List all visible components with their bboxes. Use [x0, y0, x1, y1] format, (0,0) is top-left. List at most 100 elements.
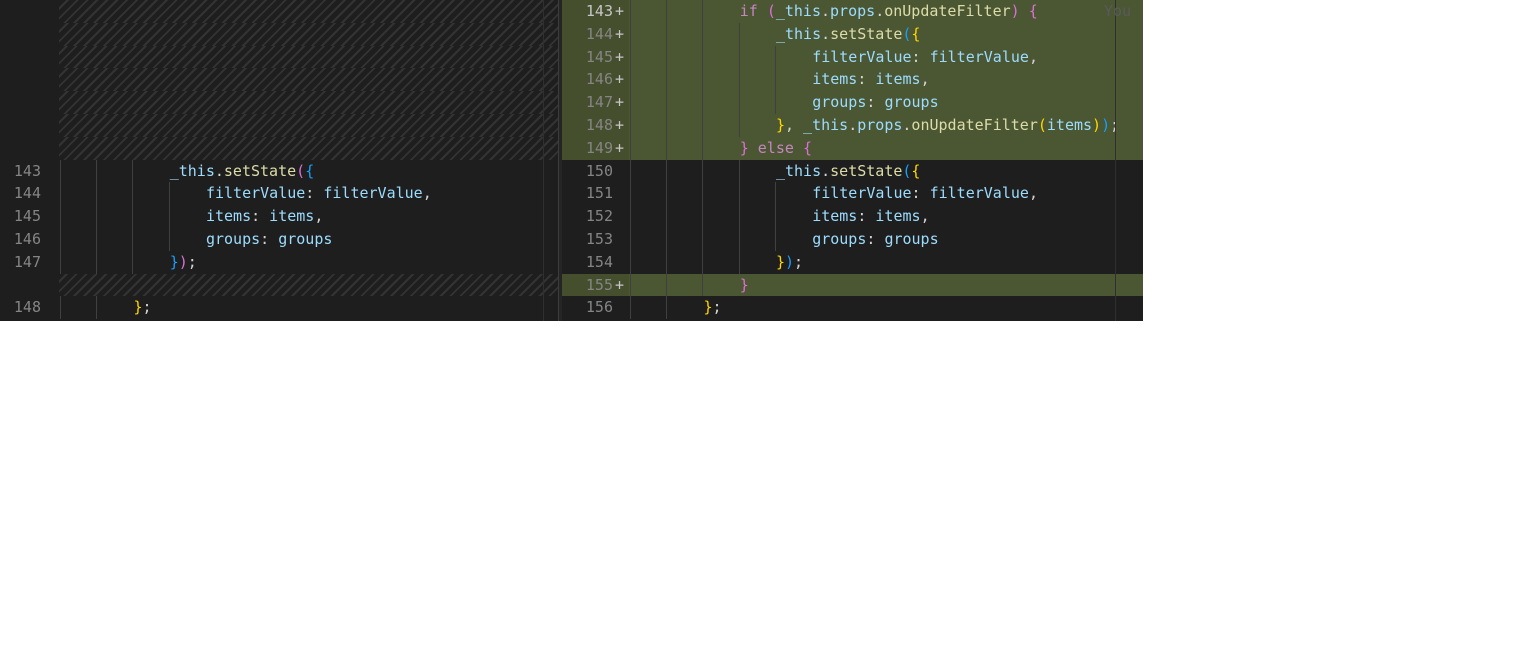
code-token: ): [1010, 2, 1020, 20]
vertical-scrollbar[interactable]: [543, 0, 544, 321]
indent-guide: [60, 228, 61, 251]
code-line[interactable]: 151 filterValue: filterValue,: [562, 182, 1143, 206]
vertical-scrollbar[interactable]: [1115, 0, 1116, 321]
code-token: _this: [803, 116, 849, 134]
added-code-line[interactable]: 155 +}: [562, 273, 1143, 297]
indent-guide: [738, 228, 740, 251]
code-token: (: [1037, 116, 1047, 134]
code-text: if (_this.props.onUpdateFilter) {: [740, 0, 1038, 23]
indent-guide: [132, 159, 134, 183]
code-token: groups: [884, 230, 939, 248]
added-line-marker: +: [614, 116, 624, 134]
indent-guide: [666, 228, 668, 251]
code-line[interactable]: 153 groups: groups: [562, 228, 1143, 251]
indent-guide: [630, 45, 631, 69]
added-code-line[interactable]: 149 +} else {: [562, 136, 1143, 160]
code-text: };: [133, 296, 151, 319]
code-line[interactable]: 146 groups: groups: [0, 228, 558, 251]
code-line[interactable]: 147});: [0, 250, 558, 274]
added-code-line[interactable]: 145 + filterValue: filterValue,: [562, 45, 1143, 69]
code-line[interactable]: 148};: [0, 296, 558, 320]
line-gutter: [0, 0, 59, 23]
indent-guide: [630, 159, 631, 183]
indent-guide: [132, 205, 134, 228]
code-line[interactable]: 145 items: items,: [0, 205, 558, 228]
code-token: :: [911, 47, 930, 66]
code-token: items: [205, 207, 252, 226]
diff-editor[interactable]: 143 _this.setState({144 filterValue: filte…: [0, 0, 1143, 321]
code-token: setState: [223, 161, 297, 180]
indent-guide: [702, 136, 704, 160]
indent-guide: [738, 182, 740, 206]
code-token: ;: [187, 252, 197, 271]
indent-guide: [60, 250, 61, 274]
code-token: items: [875, 70, 921, 89]
indent-guide: [96, 228, 98, 251]
code-token: .: [821, 2, 831, 20]
code-token: ,: [1028, 184, 1038, 203]
indent-guide: [666, 205, 668, 228]
added-line-marker: +: [614, 93, 624, 112]
code-line[interactable]: 156};: [562, 296, 1143, 320]
indent-guide: [738, 68, 740, 92]
line-number: 150: [585, 161, 613, 180]
code-token: }: [739, 138, 749, 157]
added-code-line[interactable]: 146 + items: items,: [562, 68, 1143, 92]
indent-guide: [774, 182, 776, 206]
indent-guide: [702, 114, 704, 137]
code-token: :: [911, 184, 930, 203]
added-line-marker: +: [614, 2, 624, 20]
indent-guide: [738, 159, 740, 183]
code-token: ,: [314, 207, 324, 226]
added-code-line[interactable]: 147 + groups: groups: [562, 91, 1143, 114]
indent-guide: [666, 250, 668, 274]
code-token: filterValue: [205, 184, 306, 203]
indent-guide: [630, 114, 631, 137]
code-token: ;: [142, 298, 152, 317]
code-line[interactable]: 144 filterValue: filterValue,: [0, 182, 558, 206]
code-token: ,: [422, 184, 432, 203]
code-token: _this: [775, 161, 822, 180]
indent-guide: [60, 205, 61, 228]
line-gutter: 146: [0, 228, 59, 251]
code-line[interactable]: 150 _this.setState({: [562, 159, 1143, 183]
code-token: .: [821, 161, 831, 180]
code-line[interactable]: 154});: [562, 250, 1143, 274]
indent-guide: [168, 182, 170, 206]
added-code-line[interactable]: 143 + if (_this.props.onUpdateFilter) {: [562, 0, 1143, 23]
added-code-line[interactable]: 148 +}, _this.props.onUpdateFilter(items)…: [562, 114, 1143, 137]
code-token: ,: [920, 70, 930, 89]
indent-guide: [774, 228, 776, 251]
code-token: else: [748, 138, 803, 157]
code-line[interactable]: 152 items: items,: [562, 205, 1143, 228]
line-number: 156: [585, 298, 613, 317]
modified-pane[interactable]: 143 + if (_this.props.onUpdateFilter) {144…: [562, 0, 1143, 321]
added-line-marker: +: [614, 70, 624, 89]
line-gutter: [0, 273, 59, 297]
indent-guide: [630, 250, 631, 274]
line-gutter: 147 +: [562, 91, 629, 114]
code-text: _this.setState({: [776, 160, 921, 183]
line-number: 143: [13, 161, 41, 180]
original-pane[interactable]: 143 _this.setState({144 filterValue: filte…: [0, 0, 558, 321]
indent-guide: [666, 91, 668, 114]
code-token: ;: [712, 298, 722, 317]
added-code-line[interactable]: 144 + _this.setState({: [562, 22, 1143, 46]
code-token: :: [260, 230, 279, 248]
code-token: items: [875, 207, 921, 226]
code-line[interactable]: 143 _this.setState({: [0, 159, 558, 183]
code-token: (: [296, 161, 306, 180]
code-text: }: [740, 274, 749, 297]
line-gutter: [0, 114, 59, 137]
indent-guide: [702, 68, 704, 92]
indent-guide: [630, 68, 631, 92]
code-token: :: [251, 207, 270, 226]
line-number: 155: [585, 275, 613, 294]
code-token: filterValue: [929, 184, 1029, 203]
indent-guide: [666, 182, 668, 206]
code-token: ): [1101, 116, 1111, 134]
indent-guide: [774, 91, 776, 114]
indent-guide: [702, 205, 704, 228]
indent-guide: [630, 273, 631, 297]
code-token: ): [178, 252, 188, 271]
